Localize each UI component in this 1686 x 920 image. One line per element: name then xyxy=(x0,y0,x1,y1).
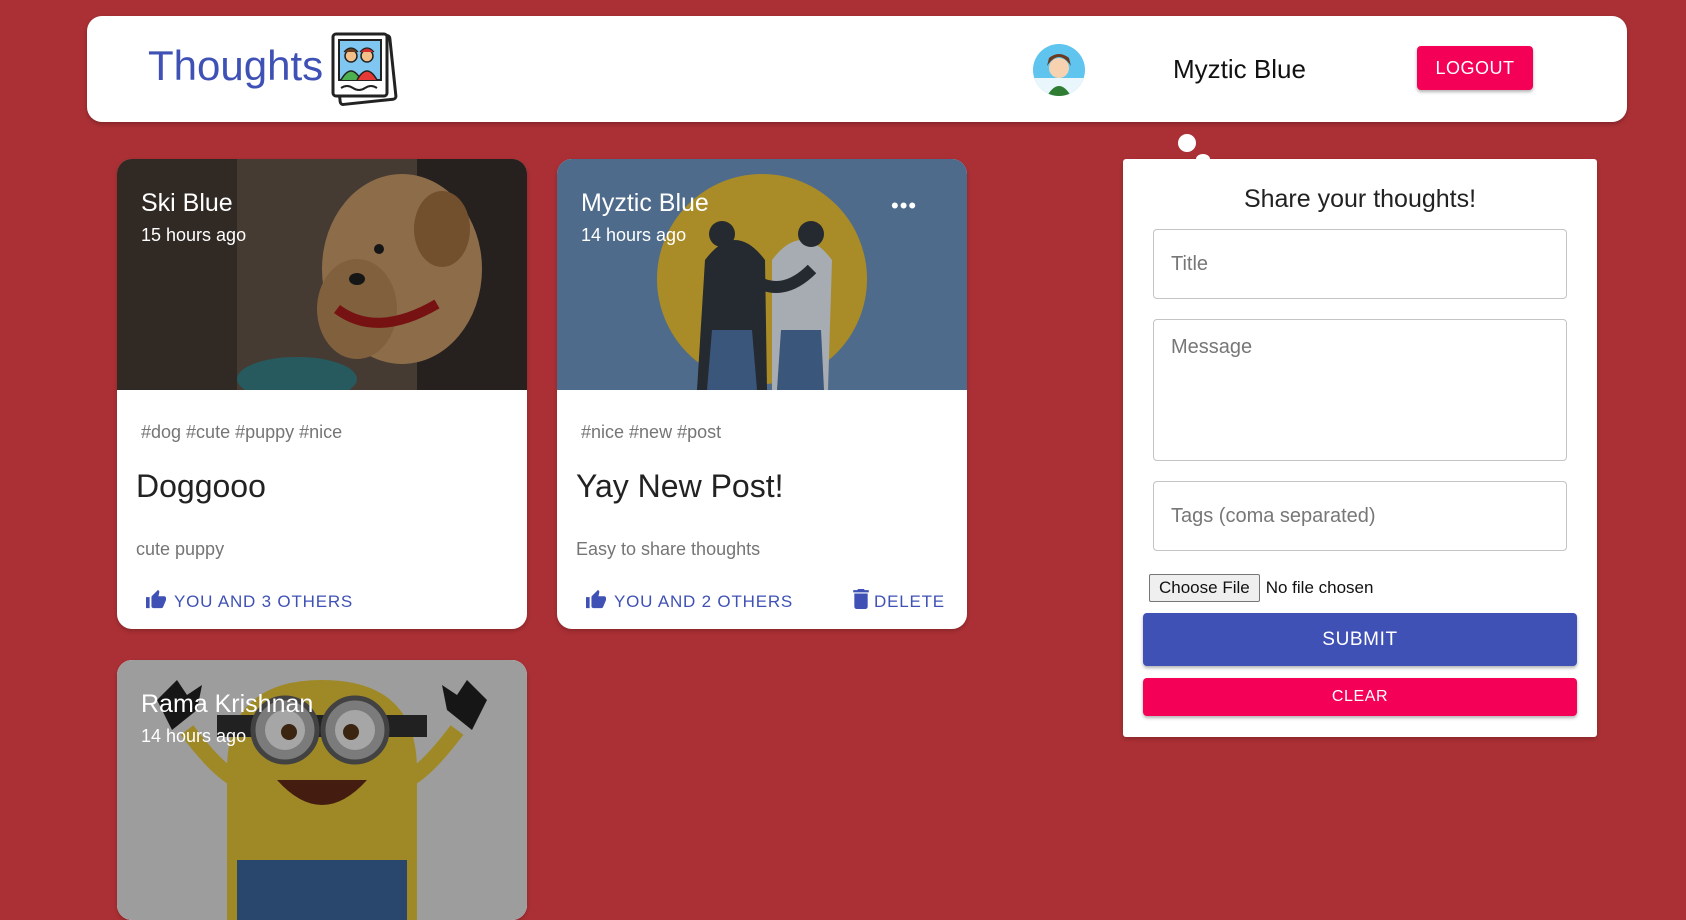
message-input[interactable] xyxy=(1153,319,1567,461)
clear-button[interactable]: CLEAR xyxy=(1143,678,1577,716)
post-image-minion: Rama Krishnan 14 hours ago xyxy=(117,660,527,920)
post-image-friends: Myztic Blue 14 hours ago ••• xyxy=(557,159,967,390)
post-author: Myztic Blue xyxy=(581,189,709,217)
post-message: cute puppy xyxy=(136,539,225,559)
user-name: Myztic Blue xyxy=(1173,54,1306,84)
delete-button[interactable]: DELETE xyxy=(853,589,945,614)
file-picker: Choose File No file chosen xyxy=(1149,574,1373,602)
share-form: Share your thoughts! Choose File No file… xyxy=(1123,159,1597,737)
thumb-up-icon xyxy=(585,589,607,614)
post-image-puppy: Ski Blue 15 hours ago xyxy=(117,159,527,390)
post-card: Myztic Blue 14 hours ago ••• #nice #new … xyxy=(557,159,967,629)
post-tags: #nice #new #post xyxy=(581,422,722,442)
more-horizontal-icon[interactable]: ••• xyxy=(891,193,917,219)
like-label: YOU AND 2 OTHERS xyxy=(614,591,794,611)
post-author: Ski Blue xyxy=(141,189,233,217)
form-heading: Share your thoughts! xyxy=(1243,185,1477,213)
app-title[interactable]: Thoughts xyxy=(148,42,323,90)
post-time: 14 hours ago xyxy=(581,225,687,245)
post-tags: #dog #cute #puppy #nice xyxy=(141,422,343,442)
like-label: YOU AND 3 OTHERS xyxy=(174,591,354,611)
file-status: No file chosen xyxy=(1265,578,1374,597)
like-button[interactable]: YOU AND 3 OTHERS xyxy=(145,589,353,614)
post-card: Ski Blue 15 hours ago #dog #cute #puppy … xyxy=(117,159,527,629)
thumb-up-icon xyxy=(145,589,167,614)
post-author: Rama Krishnan xyxy=(141,690,314,718)
logout-button[interactable]: LOGOUT xyxy=(1417,46,1533,90)
trash-icon xyxy=(853,589,869,614)
post-time: 15 hours ago xyxy=(141,225,247,245)
title-input[interactable] xyxy=(1153,229,1567,299)
delete-label: DELETE xyxy=(874,591,945,611)
tags-input[interactable] xyxy=(1153,481,1567,551)
submit-button[interactable]: SUBMIT xyxy=(1143,613,1577,666)
post-title: Doggooo xyxy=(136,468,266,504)
app-bar: Thoughts Myztic Blue LOGOUT xyxy=(87,16,1627,122)
post-message: Easy to share thoughts xyxy=(576,539,761,559)
post-card: Rama Krishnan 14 hours ago xyxy=(117,660,527,920)
like-button[interactable]: YOU AND 2 OTHERS xyxy=(585,589,793,614)
photo-logo-icon xyxy=(327,30,399,108)
decorative-dot xyxy=(1178,134,1196,152)
post-title: Yay New Post! xyxy=(576,468,784,504)
post-time: 14 hours ago xyxy=(141,726,247,746)
choose-file-button[interactable]: Choose File xyxy=(1149,574,1260,602)
avatar[interactable] xyxy=(1033,44,1085,96)
